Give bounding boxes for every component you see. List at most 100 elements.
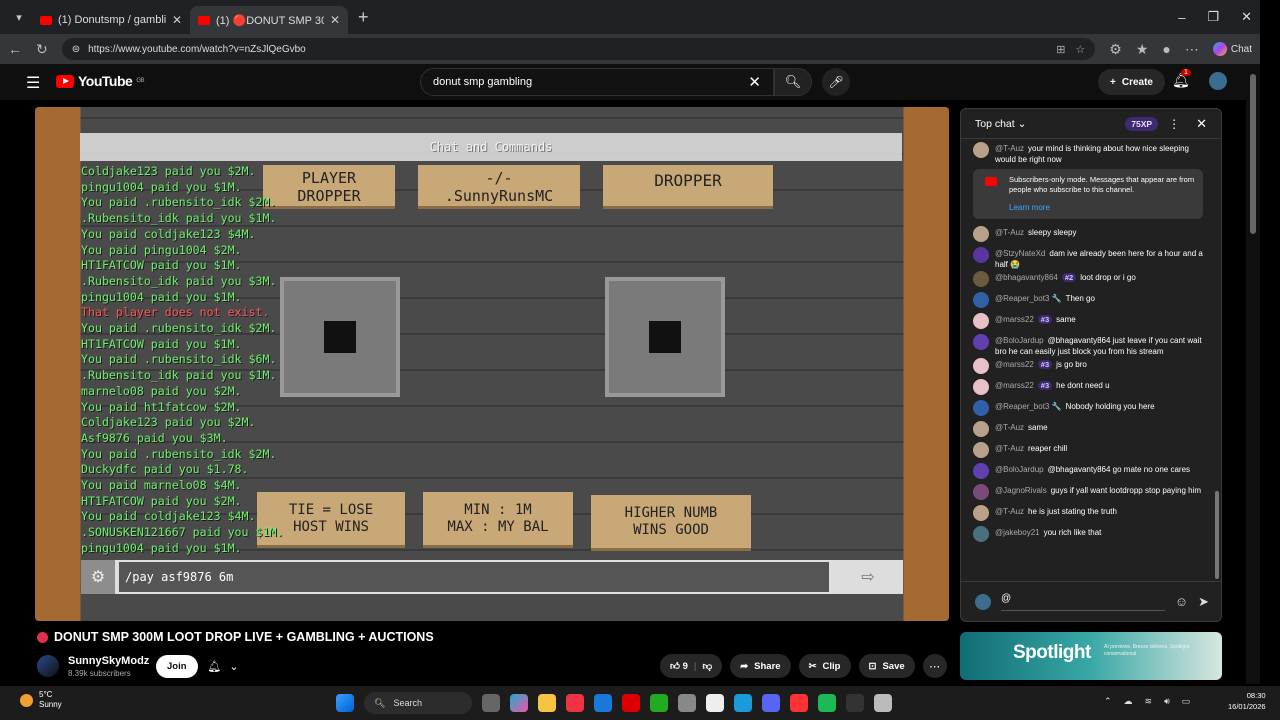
- wifi-icon[interactable]: ≋: [1145, 696, 1153, 707]
- like-button[interactable]: 👍︎ 9: [670, 660, 688, 672]
- chat-author[interactable]: @bhagavanty864: [995, 273, 1058, 282]
- chat-author[interactable]: @T-Auz: [995, 423, 1024, 432]
- weather-widget[interactable]: 5°C Sunny: [20, 690, 62, 710]
- chat-avatar[interactable]: [973, 526, 989, 542]
- extensions-icon[interactable]: ⚙: [1109, 41, 1122, 58]
- tray-overflow-icon[interactable]: ⌃: [1104, 696, 1112, 707]
- chat-author[interactable]: @JagnoRivals: [995, 486, 1047, 495]
- menu-hamburger-icon[interactable]: ☰: [26, 73, 40, 93]
- close-chat-icon[interactable]: ✕: [1196, 116, 1207, 132]
- browser-tab-1[interactable]: (1) Donutsmp / gambling / 2m pe ✕: [32, 6, 190, 34]
- chat-avatar[interactable]: [973, 484, 989, 500]
- xbox-icon[interactable]: [650, 694, 668, 712]
- chat-avatar[interactable]: [973, 313, 989, 329]
- minimize-icon[interactable]: –: [1178, 10, 1185, 25]
- chat-avatar[interactable]: [973, 379, 989, 395]
- chat-author[interactable]: @BoloJardup: [995, 465, 1044, 474]
- favorites-icon[interactable]: ★: [1136, 41, 1149, 58]
- settings-icon[interactable]: [678, 694, 696, 712]
- clip-button[interactable]: ✂ Clip: [798, 654, 851, 678]
- window-close-icon[interactable]: ✕: [1241, 9, 1252, 25]
- clear-search-icon[interactable]: ✕: [748, 73, 761, 91]
- network-icon[interactable]: ☁: [1124, 696, 1133, 707]
- favorite-star-icon[interactable]: ☆: [1075, 43, 1085, 56]
- save-button[interactable]: ⊡ Save: [858, 654, 915, 678]
- more-actions-button[interactable]: ⋯: [922, 654, 947, 678]
- restore-icon[interactable]: ❐: [1207, 9, 1219, 25]
- chat-options-icon[interactable]: ⋮: [1168, 117, 1180, 131]
- chat-mode-dropdown[interactable]: Top chat ⌄: [975, 118, 1026, 130]
- edge-icon[interactable]: [734, 694, 752, 712]
- share-button[interactable]: ➦ Share: [730, 654, 791, 678]
- chat-avatar[interactable]: [973, 271, 989, 287]
- subscription-bell-button[interactable]: 🔔︎ ⌄: [199, 655, 247, 678]
- chat-author[interactable]: @T-Auz: [995, 144, 1024, 153]
- chat-avatar[interactable]: [973, 442, 989, 458]
- mail-icon[interactable]: [594, 694, 612, 712]
- tab-list-menu-icon[interactable]: ▾: [6, 4, 32, 30]
- taskbar-clock[interactable]: 08:30 16/01/2026: [1228, 690, 1266, 712]
- chat-avatar[interactable]: [973, 334, 989, 350]
- account-avatar[interactable]: [1209, 72, 1227, 90]
- channel-name[interactable]: SunnySkyModz: [68, 655, 149, 667]
- chat-author[interactable]: @marss22: [995, 315, 1034, 324]
- discord-icon[interactable]: [762, 694, 780, 712]
- search-button[interactable]: 🔍︎: [774, 68, 812, 96]
- emoji-icon[interactable]: ☺: [1175, 594, 1188, 609]
- youtube-logo[interactable]: YouTube GB: [56, 73, 144, 89]
- chat-input[interactable]: @: [1001, 593, 1165, 611]
- page-scroll-thumb[interactable]: [1250, 74, 1256, 234]
- search-input[interactable]: donut smp gambling ✕: [420, 68, 774, 96]
- xp-badge[interactable]: 75XP: [1125, 116, 1159, 131]
- channel-avatar[interactable]: [37, 655, 59, 677]
- url-field[interactable]: ⊜ https://www.youtube.com/watch?v=nZsJlQ…: [61, 38, 1096, 60]
- spotlight-ad-banner[interactable]: Spotlight AI previews, Breeze delivers. …: [960, 632, 1222, 680]
- chat-author[interactable]: @marss22: [995, 381, 1034, 390]
- youtube-app-icon[interactable]: [790, 694, 808, 712]
- app-install-icon[interactable]: ⊞: [1056, 43, 1065, 56]
- chat-avatar[interactable]: [973, 421, 989, 437]
- chat-author[interactable]: @T-Auz: [995, 444, 1024, 453]
- chat-author[interactable]: @jakeboy21: [995, 528, 1040, 537]
- browser-tab-2[interactable]: (1) 🔴DONUT SMP 300M LO ✕: [190, 6, 348, 34]
- learn-more-link[interactable]: Learn more: [1009, 203, 1195, 213]
- profile-icon[interactable]: ●: [1162, 41, 1170, 57]
- tab-close-icon[interactable]: ✕: [172, 13, 182, 27]
- taskbar-search[interactable]: 🔍︎ Search: [364, 692, 472, 714]
- netflix-icon[interactable]: [622, 694, 640, 712]
- capcut-icon[interactable]: [846, 694, 864, 712]
- chat-author[interactable]: @Reaper_bot3 🔧: [995, 294, 1062, 303]
- send-icon[interactable]: ➤: [1198, 594, 1209, 610]
- video-player[interactable]: PLAYER DROPPER -/- .SunnyRunsMC DROPPER …: [35, 107, 949, 621]
- chat-avatar[interactable]: [973, 226, 989, 242]
- chat-author[interactable]: @StzyNateXd: [995, 249, 1045, 258]
- chat-message-list[interactable]: @T-Auz your mind is thinking about how ni…: [961, 141, 1215, 581]
- join-button[interactable]: Join: [156, 655, 198, 678]
- voice-search-button[interactable]: 🎤︎: [822, 68, 850, 96]
- notepad-icon[interactable]: [706, 694, 724, 712]
- tab-close-icon[interactable]: ✕: [330, 13, 340, 27]
- chat-avatar[interactable]: [973, 292, 989, 308]
- copilot-chat-button[interactable]: Chat: [1212, 42, 1252, 56]
- chat-avatar[interactable]: [973, 463, 989, 479]
- chat-author[interactable]: @marss22: [995, 360, 1034, 369]
- chat-scrollbar[interactable]: [1215, 149, 1219, 579]
- dislike-button[interactable]: 👎︎: [703, 660, 713, 672]
- new-tab-icon[interactable]: +: [358, 7, 369, 28]
- store-icon[interactable]: [566, 694, 584, 712]
- chat-author[interactable]: @BoloJardup: [995, 336, 1044, 345]
- chat-avatar[interactable]: [973, 400, 989, 416]
- file-explorer-icon[interactable]: [538, 694, 556, 712]
- create-button[interactable]: + Create: [1098, 69, 1165, 95]
- site-info-icon[interactable]: ⊜: [72, 44, 80, 55]
- page-scrollbar[interactable]: [1246, 64, 1260, 684]
- browser-menu-icon[interactable]: ⋯: [1185, 41, 1199, 58]
- chat-avatar[interactable]: [973, 505, 989, 521]
- volume-icon[interactable]: 🔊︎: [1164, 696, 1170, 707]
- chat-scroll-thumb[interactable]: [1215, 491, 1219, 579]
- battery-icon[interactable]: ▭: [1182, 696, 1191, 707]
- chat-avatar[interactable]: [973, 247, 989, 263]
- spotify-icon[interactable]: [818, 694, 836, 712]
- chat-avatar[interactable]: [973, 142, 989, 158]
- chat-author[interactable]: @T-Auz: [995, 228, 1024, 237]
